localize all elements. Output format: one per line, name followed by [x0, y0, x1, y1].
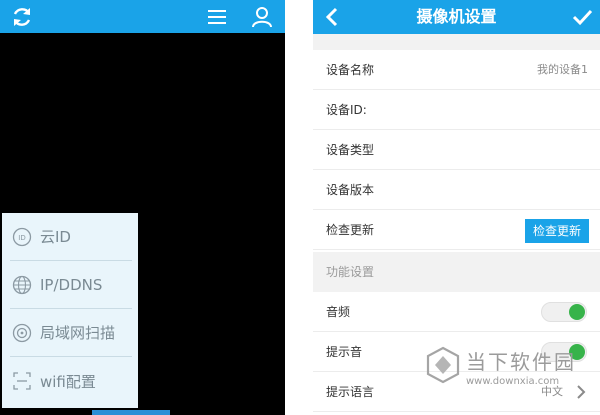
connection-menu: ID 云ID IP/DDNS 局域网扫描 wifi配置 [2, 213, 138, 408]
scan-icon [12, 323, 32, 342]
menu-item-ip-ddns[interactable]: IP/DDNS [10, 261, 132, 309]
row-device-name[interactable]: 设备名称 我的设备1 [313, 50, 600, 90]
check-update-button[interactable]: 检查更新 [525, 219, 589, 243]
watermark-logo-icon [426, 346, 460, 384]
globe-icon [12, 275, 32, 294]
menu-icon[interactable] [205, 5, 229, 29]
left-top-bar [0, 0, 285, 33]
id-icon: ID [12, 227, 32, 246]
row-label: 设备ID: [326, 103, 367, 117]
menu-item-wifi-config[interactable]: wifi配置 [10, 357, 132, 405]
right-top-bar: 摄像机设置 [313, 0, 600, 34]
row-audio: 音频 [313, 292, 600, 332]
page-title: 摄像机设置 [416, 7, 497, 26]
menu-item-cloud-id[interactable]: ID 云ID [10, 213, 132, 261]
user-icon[interactable] [250, 5, 274, 29]
row-label: 提示音 [326, 345, 363, 359]
refresh-icon[interactable] [10, 5, 34, 29]
checkmark-icon[interactable] [571, 6, 593, 28]
menu-item-label: IP/DDNS [40, 275, 103, 294]
menu-item-label: 云ID [40, 228, 71, 246]
section-title: 功能设置 [326, 265, 375, 279]
left-screen: ID 云ID IP/DDNS 局域网扫描 wifi配置 [0, 0, 285, 415]
watermark: 当下软件园 www.downxia.com [422, 340, 600, 415]
menu-item-lan-scan[interactable]: 局域网扫描 [10, 309, 132, 357]
row-label: 音频 [326, 305, 351, 319]
row-device-type: 设备类型 [313, 130, 600, 170]
watermark-name: 当下软件园 [466, 350, 576, 374]
row-label: 检查更新 [326, 223, 375, 237]
section-header: 功能设置 [313, 252, 600, 292]
toggle-knob [569, 304, 585, 320]
header-gap [313, 34, 600, 50]
audio-toggle[interactable] [541, 302, 587, 322]
row-label: 提示语言 [326, 385, 375, 399]
device-name-value: 我的设备1 [537, 63, 588, 76]
row-device-id: 设备ID: [313, 90, 600, 130]
wifi-config-icon [13, 372, 31, 390]
menu-item-label: 局域网扫描 [40, 324, 116, 342]
row-label: 设备版本 [326, 183, 375, 197]
row-device-version: 设备版本 [313, 170, 600, 210]
row-label: 设备名称 [326, 63, 375, 77]
menu-item-label: wifi配置 [40, 372, 96, 391]
row-label: 设备类型 [326, 143, 375, 157]
svg-text:ID: ID [18, 234, 25, 242]
back-arrow-icon[interactable] [321, 6, 343, 28]
row-check-update: 检查更新 检查更新 [313, 210, 600, 250]
watermark-url: www.downxia.com [466, 376, 560, 387]
bottom-accent-bar [92, 410, 170, 415]
